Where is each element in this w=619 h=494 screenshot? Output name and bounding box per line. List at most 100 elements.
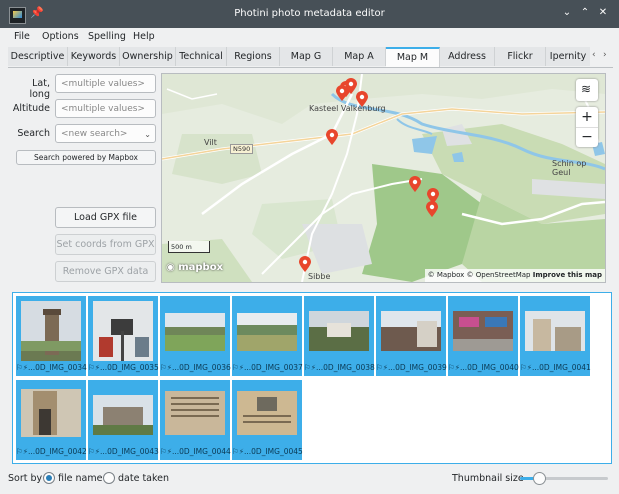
tab-map-a[interactable]: Map A: [333, 47, 386, 66]
photo-building: [525, 301, 585, 361]
thumbnail[interactable]: ⚐⚡...0D_IMG_0039: [376, 296, 447, 376]
layers-button[interactable]: ≋: [576, 79, 598, 101]
map-marker-icon[interactable]: [409, 176, 421, 195]
photo-sign: [93, 301, 153, 361]
thumbnail[interactable]: ⚐⚡...0D_IMG_0036: [160, 296, 231, 376]
attribution-osm-link[interactable]: © OpenStreetMap: [467, 271, 531, 279]
load-gpx-button[interactable]: Load GPX file: [55, 207, 156, 228]
search-input-text: <new search>: [61, 129, 128, 139]
tab-map-g[interactable]: Map G: [280, 47, 333, 66]
thumbnail[interactable]: ⚐⚡...0D_IMG_0043: [88, 380, 159, 460]
mapbox-logo[interactable]: ◉ mapbox: [166, 262, 223, 273]
set-coords-button[interactable]: Set coords from GPX: [55, 234, 156, 255]
chevron-down-icon: ⌄: [144, 130, 151, 139]
maximize-button[interactable]: ⌃: [578, 6, 592, 20]
attribution-mapbox-link[interactable]: © Mapbox: [428, 271, 465, 279]
thumbnail-grid[interactable]: ⚐⚡...0D_IMG_0034 ⚐⚡...0D_IMG_0035 ⚐⚡...0…: [12, 292, 612, 464]
map-place-label: Schin op Geul: [552, 159, 587, 177]
thumbnail[interactable]: ⚐⚡...0D_IMG_0045: [232, 380, 303, 460]
thumbnail-filename: ...0D_IMG_0043: [100, 447, 159, 456]
thumbnail[interactable]: ⚐⚡...0D_IMG_0034: [16, 296, 87, 376]
thumbnail-caption: ⚐⚡...0D_IMG_0042: [16, 447, 87, 456]
thumbnail-caption: ⚐⚡...0D_IMG_0043: [88, 447, 159, 456]
thumbnail-caption: ⚐⚡...0D_IMG_0038: [304, 363, 375, 372]
thumbnail-filename: ...0D_IMG_0045: [244, 447, 303, 456]
tab-technical[interactable]: Technical: [176, 47, 227, 66]
thumbnail-filename: ...0D_IMG_0035: [100, 363, 159, 372]
map-attribution: © Mapbox © OpenStreetMap Improve this ma…: [424, 269, 605, 282]
map-marker-icon[interactable]: [356, 91, 368, 110]
thumbnail-filename: ...0D_IMG_0036: [172, 363, 231, 372]
tab-map-m[interactable]: Map M: [386, 47, 440, 67]
thumbnail-filename: ...0D_IMG_0040: [460, 363, 519, 372]
menu-options[interactable]: Options: [42, 31, 79, 42]
thumbnail[interactable]: ⚐⚡...0D_IMG_0040: [448, 296, 519, 376]
sort-file-name-label[interactable]: file name: [58, 473, 102, 484]
thumbnail-caption: ⚐⚡...0D_IMG_0037: [232, 363, 303, 372]
thumbnail[interactable]: ⚐⚡...0D_IMG_0042: [16, 380, 87, 460]
map-place-label: Vilt: [204, 138, 217, 147]
improve-map-link[interactable]: Improve this map: [533, 271, 602, 279]
photo-village: [309, 301, 369, 361]
altitude-field[interactable]: <multiple values>: [55, 99, 156, 118]
tab-descriptive[interactable]: Descriptive: [8, 47, 68, 66]
bottom-bar: Sort by file name date taken Thumbnail s…: [0, 466, 619, 494]
thumbnail[interactable]: ⚐⚡...0D_IMG_0041: [520, 296, 591, 376]
thumbnail-caption: ⚐⚡...0D_IMG_0035: [88, 363, 159, 372]
sort-file-name-radio[interactable]: [43, 472, 55, 484]
tab-flickr[interactable]: Flickr: [495, 47, 546, 66]
menu-spelling[interactable]: Spelling: [88, 31, 126, 42]
sort-date-taken-label[interactable]: date taken: [118, 473, 169, 484]
thumbnail[interactable]: ⚐⚡...0D_IMG_0044: [160, 380, 231, 460]
tab-ipernity[interactable]: Ipernity: [546, 47, 590, 66]
tab-scroll-right-icon[interactable]: ›: [603, 50, 607, 60]
thumbnail-filename: ...0D_IMG_0039: [388, 363, 447, 372]
close-button[interactable]: ✕: [596, 6, 610, 20]
thumbnail-caption: ⚐⚡...0D_IMG_0040: [448, 363, 519, 372]
menu-help[interactable]: Help: [133, 31, 155, 42]
photo-plaque: [165, 385, 225, 445]
tab-ownership[interactable]: Ownership: [120, 47, 176, 66]
thumbnail-filename: ...0D_IMG_0037: [244, 363, 303, 372]
latlong-field[interactable]: <multiple values>: [55, 74, 156, 93]
minimize-button[interactable]: ⌄: [560, 6, 574, 20]
altitude-label: Altitude: [12, 103, 50, 114]
photo-valley: [237, 301, 297, 361]
remove-gpx-button[interactable]: Remove GPX data: [55, 261, 156, 282]
tab-address[interactable]: Address: [440, 47, 495, 66]
zoom-out-button[interactable]: −: [576, 127, 598, 147]
thumbnail-caption: ⚐⚡...0D_IMG_0034: [16, 363, 87, 372]
search-powered-button[interactable]: Search powered by Mapbox: [16, 150, 156, 165]
menu-file[interactable]: File: [14, 31, 30, 42]
tab-regions[interactable]: Regions: [227, 47, 280, 66]
photo-gate: [21, 385, 81, 445]
tab-bar: Descriptive Keywords Ownership Technical…: [8, 47, 613, 68]
thumbnail[interactable]: ⚐⚡...0D_IMG_0037: [232, 296, 303, 376]
photo-ruin: [93, 385, 153, 445]
search-label: Search: [17, 128, 50, 139]
thumbnail-filename: ...0D_IMG_0044: [172, 447, 231, 456]
search-combo[interactable]: <new search> ⌄: [55, 124, 156, 143]
zoom-control: + −: [576, 107, 598, 147]
thumbnail-caption: ⚐⚡...0D_IMG_0041: [520, 363, 591, 372]
map-scale-bar: 500 m: [168, 241, 210, 253]
thumbnail-caption: ⚐⚡...0D_IMG_0044: [160, 447, 231, 456]
map-marker-icon[interactable]: [326, 129, 338, 148]
thumbnail[interactable]: ⚐⚡...0D_IMG_0035: [88, 296, 159, 376]
thumbnail[interactable]: ⚐⚡...0D_IMG_0038: [304, 296, 375, 376]
map-road-label: N590: [230, 144, 254, 154]
zoom-in-button[interactable]: +: [576, 107, 598, 128]
tab-scroll-left-icon[interactable]: ‹: [592, 50, 596, 60]
thumbnail-filename: ...0D_IMG_0034: [28, 363, 87, 372]
map-view[interactable]: Kasteel Valkenburg Vilt N590 Schin op Ge…: [161, 73, 606, 283]
tab-keywords[interactable]: Keywords: [68, 47, 120, 66]
sort-date-taken-radio[interactable]: [103, 472, 115, 484]
thumbnail-caption: ⚐⚡...0D_IMG_0039: [376, 363, 447, 372]
map-marker-icon[interactable]: [299, 256, 311, 275]
map-marker-icon[interactable]: [336, 85, 348, 104]
slider-handle[interactable]: [533, 472, 546, 485]
map-marker-icon[interactable]: [426, 201, 438, 220]
sort-by-label: Sort by: [8, 473, 43, 484]
thumbnail-size-slider[interactable]: [520, 472, 608, 485]
menu-bar: File Options Spelling Help: [0, 28, 619, 46]
